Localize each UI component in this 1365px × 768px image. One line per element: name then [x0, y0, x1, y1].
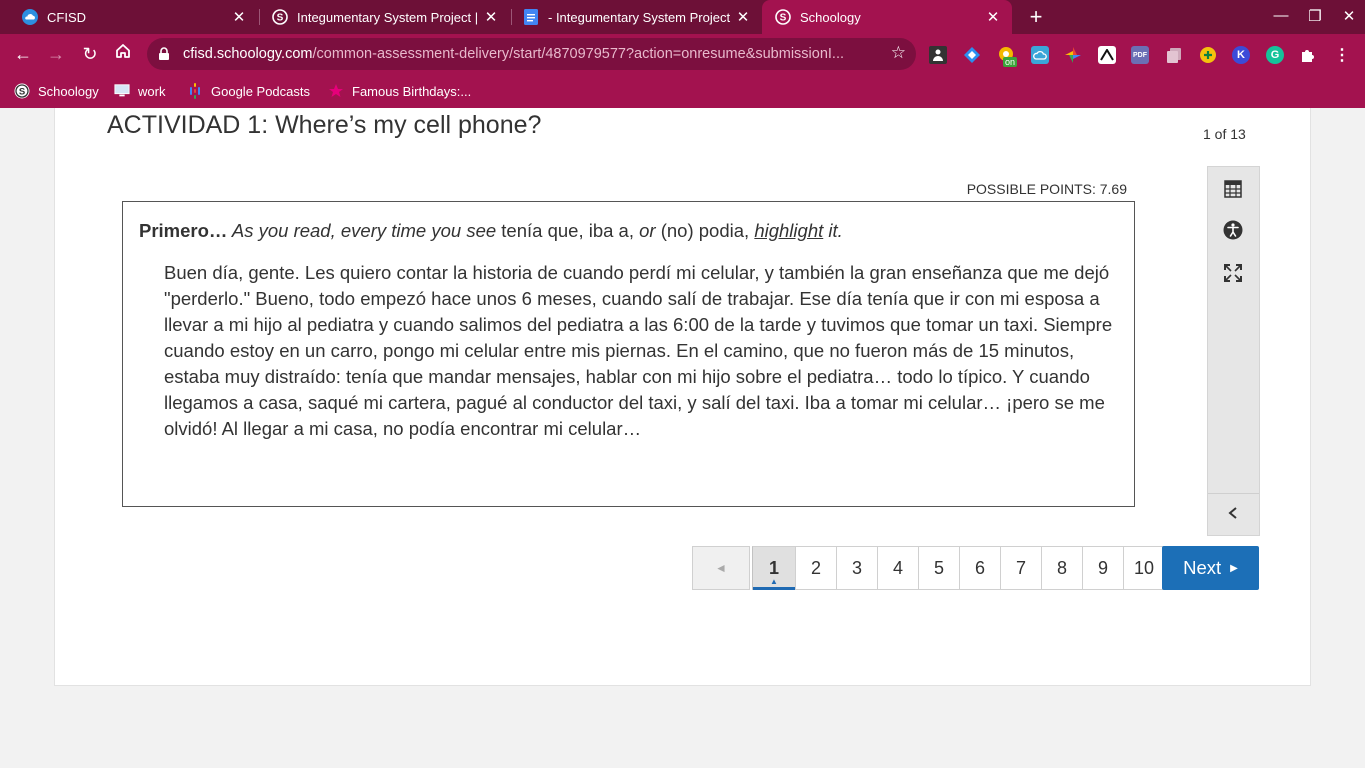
instruction-italic: or	[634, 220, 656, 241]
lock-icon[interactable]	[157, 47, 171, 61]
extension-icon-8[interactable]	[1165, 46, 1183, 64]
extension-icon-4[interactable]	[1031, 46, 1049, 64]
minimize-icon[interactable]: —	[1270, 7, 1292, 27]
bookmarks-bar: S Schoology work Google Podcasts Famous …	[0, 74, 1365, 108]
extension-icon-9[interactable]	[1199, 46, 1217, 64]
question-pager: ◄ 1 ▲ 2 3 4 5 6 7 8 9 10	[692, 546, 1165, 590]
tab-title: Integumentary System Project | S	[297, 9, 480, 25]
page-button-4[interactable]: 4	[878, 546, 919, 590]
url-path: /common-assessment-delivery/start/487097…	[312, 46, 845, 62]
calculator-icon[interactable]	[1221, 177, 1245, 201]
close-tab-icon[interactable]: ✕	[228, 8, 250, 26]
forward-arrow-icon[interactable]: →	[44, 42, 68, 66]
google-podcasts-icon	[187, 83, 203, 99]
page-number: 1	[768, 557, 779, 578]
extensions-puzzle-icon[interactable]	[1299, 46, 1317, 64]
assessment-card: ACTIVIDAD 1: Where’s my cell phone? 1 of…	[54, 108, 1311, 686]
next-arrow-icon: ▶	[1230, 562, 1238, 574]
panel-divider	[1208, 493, 1259, 494]
instruction-text: Primero… As you read, every time you see…	[139, 220, 843, 242]
svg-text:S: S	[780, 13, 787, 24]
tab-strip: CFISD ✕ S Integumentary System Project |…	[0, 0, 1365, 34]
schoology-icon: S	[14, 83, 30, 99]
bookmark-label: Google Podcasts	[211, 83, 311, 99]
bookmark-star-icon[interactable]: ☆	[891, 43, 906, 63]
tab-title: CFISD	[47, 9, 86, 25]
page-title: ACTIVIDAD 1: Where’s my cell phone?	[107, 111, 542, 139]
instruction-italic: As you read, every time you see	[227, 220, 497, 241]
extension-icon-7[interactable]: PDF	[1131, 46, 1149, 64]
tab-integumentary-docs[interactable]: - Integumentary System Project - ✕	[512, 0, 762, 34]
bookmark-google-podcasts[interactable]: Google Podcasts	[187, 82, 310, 100]
current-caret-icon: ▲	[770, 577, 778, 586]
tools-panel	[1207, 166, 1260, 536]
home-icon[interactable]	[111, 42, 135, 66]
tab-cfisd[interactable]: CFISD ✕	[0, 0, 258, 34]
schoology-icon: S	[775, 9, 791, 25]
window-close-icon[interactable]: ✕	[1338, 7, 1360, 27]
google-docs-icon	[523, 9, 539, 25]
question-counter: 1 of 13	[1203, 126, 1246, 142]
url-text[interactable]: cfisd.schoology.com/common-assessment-de…	[183, 46, 873, 62]
instruction-highlight: highlight	[754, 220, 824, 241]
bookmark-famous-birthdays[interactable]: Famous Birthdays:...	[328, 82, 471, 100]
star-icon	[328, 83, 344, 99]
page-button-7[interactable]: 7	[1001, 546, 1042, 590]
extension-icon-10[interactable]: K	[1232, 46, 1250, 64]
cloud-icon	[22, 9, 38, 25]
close-tab-icon[interactable]: ✕	[732, 8, 754, 26]
next-label: Next	[1183, 557, 1222, 578]
extension-icon-11[interactable]: G	[1266, 46, 1284, 64]
page-button-10[interactable]: 10	[1124, 546, 1165, 590]
possible-points: POSSIBLE POINTS: 7.69	[966, 181, 1127, 197]
extension-badge: on	[1003, 57, 1018, 67]
page-button-9[interactable]: 9	[1083, 546, 1124, 590]
extension-icon-1[interactable]	[929, 46, 947, 64]
page-button-1[interactable]: 1 ▲	[752, 546, 796, 590]
reading-passage[interactable]: Buen día, gente. Les quiero contar la hi…	[164, 260, 1119, 442]
close-tab-icon[interactable]: ✕	[480, 8, 502, 26]
extension-icon-6[interactable]	[1098, 46, 1116, 64]
tab-integumentary-schoology[interactable]: S Integumentary System Project | S ✕	[260, 0, 510, 34]
bookmark-schoology[interactable]: S Schoology	[14, 82, 99, 100]
svg-text:S: S	[277, 13, 284, 24]
next-button[interactable]: Next ▶	[1162, 546, 1259, 590]
tab-title: - Integumentary System Project -	[548, 9, 732, 25]
new-tab-plus-icon[interactable]: +	[1024, 5, 1048, 29]
svg-text:S: S	[19, 87, 25, 98]
restore-icon[interactable]: ❐	[1304, 7, 1326, 27]
url-host: cfisd.schoology.com	[183, 46, 313, 62]
tab-schoology[interactable]: S Schoology ✕	[762, 0, 1012, 34]
instruction-italic: it.	[823, 220, 843, 241]
instruction-bold: Primero…	[139, 220, 228, 241]
bookmark-label: Famous Birthdays:...	[352, 83, 472, 99]
reload-icon[interactable]: ↻	[78, 42, 102, 66]
page-button-8[interactable]: 8	[1042, 546, 1083, 590]
close-tab-icon[interactable]: ✕	[982, 8, 1004, 26]
previous-page-button[interactable]: ◄	[692, 546, 750, 590]
address-bar[interactable]: cfisd.schoology.com/common-assessment-de…	[147, 38, 916, 70]
bookmark-work[interactable]: work	[114, 82, 165, 100]
page-button-2[interactable]: 2	[796, 546, 837, 590]
back-arrow-icon[interactable]: ←	[11, 42, 35, 66]
fullscreen-icon[interactable]	[1221, 261, 1245, 285]
instruction-plain: (no) podia,	[655, 220, 750, 241]
browser-toolbar: ← → ↻ cfisd.schoology.com/common-assessm…	[0, 34, 1365, 74]
computer-monitor-icon	[114, 83, 130, 99]
page-button-3[interactable]: 3	[837, 546, 878, 590]
schoology-icon: S	[272, 9, 288, 25]
browser-menu-icon[interactable]: ⋮	[1333, 46, 1351, 64]
question-box: Primero… As you read, every time you see…	[122, 201, 1135, 507]
bookmark-label: work	[138, 83, 166, 99]
extension-icon-2[interactable]	[963, 46, 981, 64]
tab-title: Schoology	[800, 9, 861, 25]
instruction-plain: iba a,	[583, 220, 634, 241]
collapse-chevron-icon[interactable]	[1221, 501, 1245, 525]
extension-icon-5[interactable]	[1064, 46, 1082, 64]
page-button-5[interactable]: 5	[919, 546, 960, 590]
accessibility-icon[interactable]	[1221, 218, 1245, 242]
page-button-6[interactable]: 6	[960, 546, 1001, 590]
instruction-plain: tenía que,	[496, 220, 584, 241]
bookmark-label: Schoology	[38, 83, 99, 99]
